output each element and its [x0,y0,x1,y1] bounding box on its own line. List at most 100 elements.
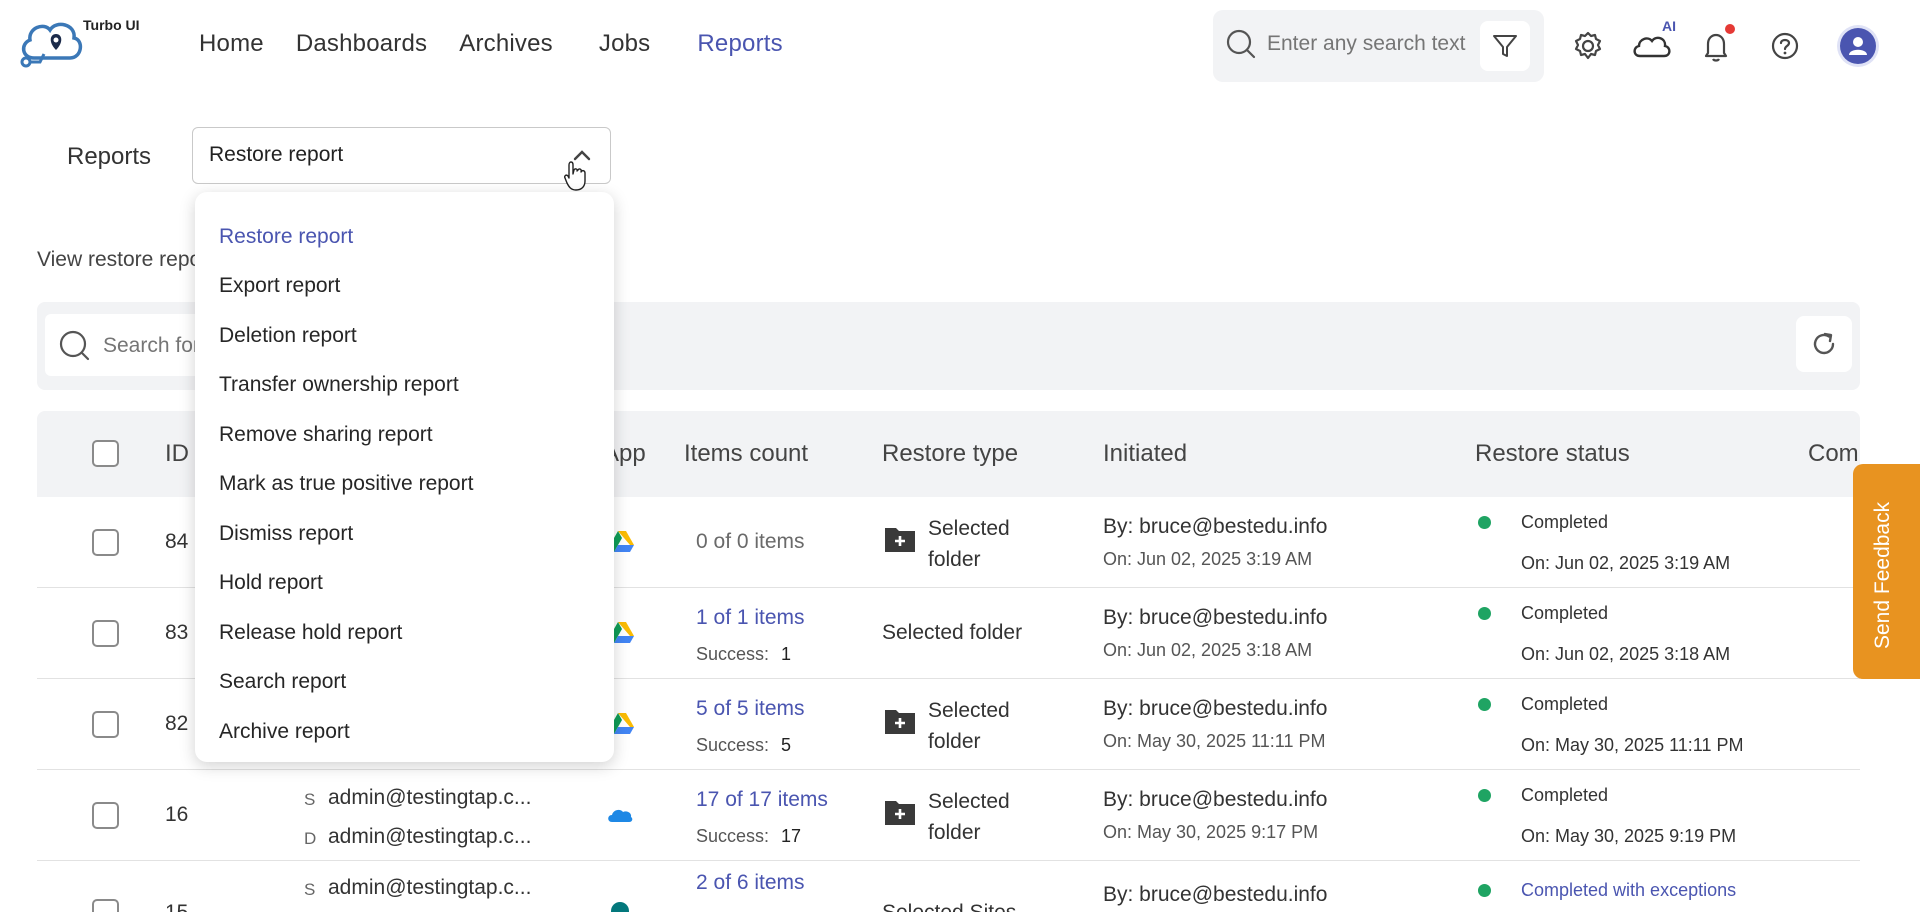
success-count: 17 [781,826,802,846]
nav-home[interactable]: Home [199,30,264,58]
top-bar: Turbo UI Home Dashboards Archives Jobs R… [0,0,1920,92]
help-icon[interactable] [1765,26,1805,66]
status-time: On: Jun 02, 2025 3:19 AM [1521,553,1731,573]
restore-type: Selected folder [928,790,1010,844]
send-feedback-label: Send Feedback [1871,501,1894,649]
status-dot [1478,884,1491,897]
report-type-selected: Restore report [209,143,344,166]
status-dot [1478,789,1491,802]
source-letter: S [304,790,316,809]
user-icon [1849,37,1867,55]
restore-type: Selected Sites [882,901,1016,912]
option-export-report[interactable]: Export report [195,262,614,312]
restore-status: Completed [1521,512,1609,532]
initiated-on: On: May 30, 2025 9:17 PM [1103,822,1319,842]
initiated-by: By: bruce@bestedu.info [1103,788,1328,811]
global-search-input[interactable] [1267,32,1487,56]
items-count[interactable]: 5 of 5 items [696,697,805,721]
app-name: Turbo UI [83,17,140,33]
source-letter: S [304,880,316,899]
filter-button[interactable] [1480,21,1530,71]
option-remove-sharing-report[interactable]: Remove sharing report [195,410,614,460]
col-items-count[interactable]: Items count [684,440,808,468]
option-hold-report[interactable]: Hold report [195,559,614,609]
initiated-by: By: bruce@bestedu.info [1103,883,1328,906]
success-label: Success: [696,826,770,846]
option-dismiss-report[interactable]: Dismiss report [195,509,614,559]
col-id[interactable]: ID [165,440,189,468]
folder-add-icon [885,528,915,552]
col-restore-type[interactable]: Restore type [882,440,1018,468]
success-label: Success: [696,735,770,755]
restore-status: Completed [1521,785,1609,805]
row-id: 82 [165,712,189,735]
send-feedback-tab[interactable]: Send Feedback [1853,464,1920,679]
destination-account: admin@testingtap.c... [328,825,532,848]
restore-status: Completed [1521,603,1609,623]
row-checkbox[interactable] [92,529,119,556]
row-id: 83 [165,621,189,644]
source-account: admin@testingtap.c... [328,876,532,899]
option-release-hold-report[interactable]: Release hold report [195,608,614,658]
ai-badge: AI [1662,18,1676,34]
restore-type: Selected folder [928,699,1010,753]
success-count: 1 [781,644,792,664]
option-transfer-ownership-report[interactable]: Transfer ownership report [195,361,614,411]
nav-archives[interactable]: Archives [459,30,553,58]
option-mark-true-positive-report[interactable]: Mark as true positive report [195,460,614,510]
items-count[interactable]: 1 of 1 items [696,606,805,630]
initiated-by: By: bruce@bestedu.info [1103,606,1328,629]
status-dot [1478,607,1491,620]
initiated-on: On: Jun 02, 2025 3:18 AM [1103,640,1313,660]
folder-add-icon [885,801,915,825]
col-initiated[interactable]: Initiated [1103,440,1187,468]
success-label: Success: [696,644,770,664]
option-deletion-report[interactable]: Deletion report [195,311,614,361]
refresh-button[interactable] [1796,316,1852,372]
nav-reports[interactable]: Reports [697,30,782,58]
hand-cursor-icon [564,161,586,191]
restore-type: Selected folder [882,621,1023,644]
items-count[interactable]: 2 of 6 items [696,871,805,895]
notification-dot [1725,24,1735,34]
search-icon [59,330,90,361]
row-id: 16 [165,803,189,826]
row-checkbox[interactable] [92,802,119,829]
search-icon [1226,29,1256,59]
user-avatar[interactable] [1840,28,1876,64]
select-all-checkbox[interactable] [92,440,119,467]
option-restore-report[interactable]: Restore report [195,212,614,262]
destination-letter: D [304,829,317,848]
items-count: 0 of 0 items [696,530,805,553]
items-count[interactable]: 17 of 17 items [696,788,828,812]
turbo-ui-logo-icon[interactable] [16,14,88,70]
row-checkbox[interactable] [92,711,119,738]
report-type-select[interactable]: Restore report [192,127,611,184]
success-count: 5 [781,735,792,755]
status-dot [1478,516,1491,529]
col-restore-status[interactable]: Restore status [1475,440,1630,468]
table-row[interactable]: 16 S admin@testingtap.c... D admin@testi… [37,770,1860,861]
table-row[interactable]: 15 S admin@testingtap.c... 2 of 6 items … [37,861,1860,912]
option-search-report[interactable]: Search report [195,658,614,708]
row-checkbox[interactable] [92,899,119,912]
option-archive-report[interactable]: Archive report [195,707,614,757]
restore-status: Completed [1521,694,1609,714]
gear-icon[interactable] [1568,26,1608,66]
filter-icon [1493,35,1517,57]
main-nav: Home Dashboards Archives Jobs Reports [199,30,815,58]
status-dot [1478,698,1491,711]
row-checkbox[interactable] [92,620,119,647]
reports-label: Reports [67,143,152,170]
folder-add-icon [885,710,915,734]
row-id: 15 [165,901,188,912]
nav-jobs[interactable]: Jobs [599,30,651,58]
initiated-on: On: Jun 02, 2025 3:19 AM [1103,549,1313,569]
global-search [1213,10,1544,82]
col-comments[interactable]: Comments [1808,440,1860,468]
refresh-icon [1813,332,1835,355]
restore-status[interactable]: Completed with exceptions [1521,880,1736,901]
initiated-by: By: bruce@bestedu.info [1103,515,1328,538]
nav-dashboards[interactable]: Dashboards [296,30,427,58]
source-account: admin@testingtap.c... [328,786,532,809]
